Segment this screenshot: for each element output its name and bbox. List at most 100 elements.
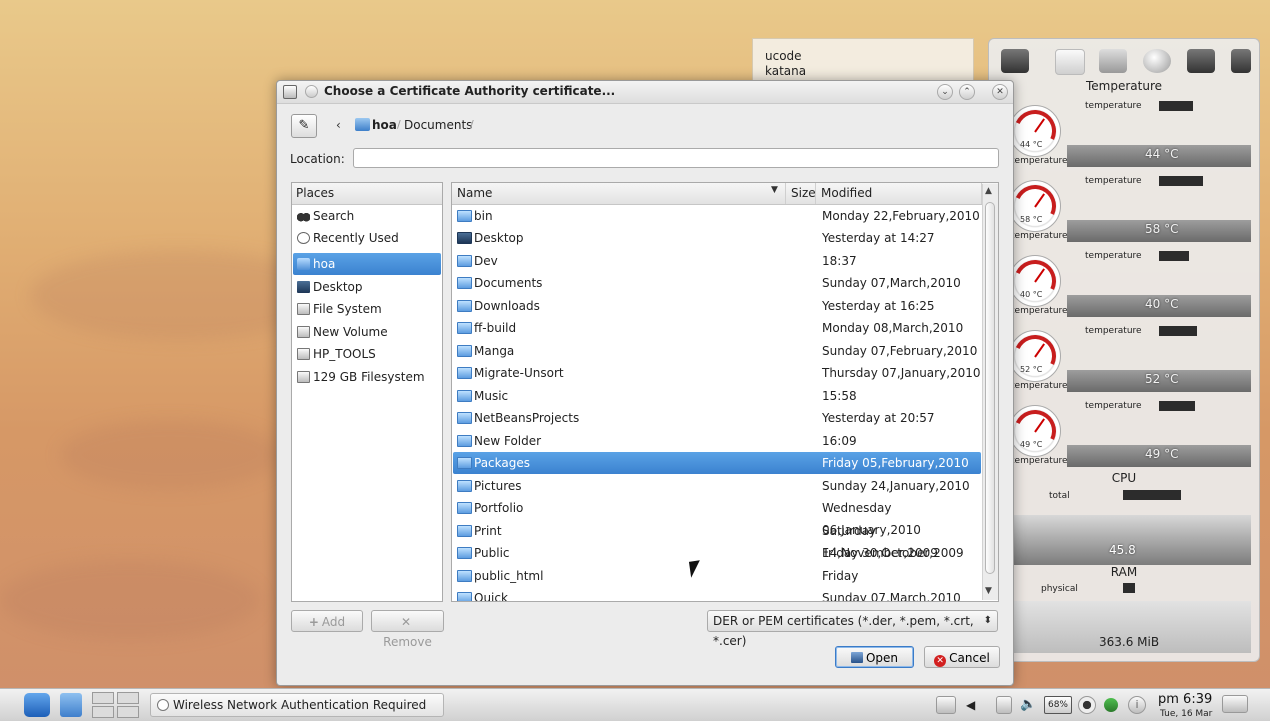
breadcrumb-separator: /	[397, 118, 401, 131]
maximize-button[interactable]: ⌃	[959, 84, 975, 100]
file-row[interactable]: Documents Sunday 07,March,2010	[453, 272, 981, 294]
file-row[interactable]: Print Saturday 14,November,2009	[453, 520, 981, 560]
show-desktop-icon[interactable]	[1222, 695, 1248, 713]
cancel-button[interactable]: ✕ Cancel	[924, 646, 1000, 668]
close-button[interactable]: ✕	[992, 84, 1008, 100]
hardware-icon[interactable]	[1001, 49, 1029, 73]
file-row[interactable]: Quick Sunday 07,March,2010	[453, 587, 981, 601]
tray-arrow-icon[interactable]: ◀	[966, 696, 978, 714]
stop-icon[interactable]	[1078, 696, 1096, 714]
sort-descending-icon: ▼	[771, 185, 778, 195]
file-list-header: Name ▼ Size Modified	[452, 183, 998, 205]
column-name[interactable]: Name	[452, 183, 786, 204]
file-row[interactable]: Public Friday 30,October,2009	[453, 542, 981, 564]
favorites-icon[interactable]	[60, 693, 82, 717]
sensor-bar	[1159, 101, 1193, 111]
file-row[interactable]: bin Monday 22,February,2010	[453, 205, 981, 227]
temperature-title: Temperature	[1085, 79, 1162, 93]
binoculars-icon	[297, 210, 310, 222]
clipboard-icon[interactable]	[936, 696, 956, 714]
remove-place-button[interactable]: ✕Remove	[371, 610, 444, 649]
temperature-gauge: 49 °C	[1008, 404, 1062, 458]
memory-icon[interactable]	[1187, 49, 1215, 73]
window-menu-icon[interactable]	[283, 85, 297, 99]
drive-icon	[297, 371, 310, 383]
breadcrumb-back-arrow[interactable]: ‹	[336, 118, 341, 132]
task-wireless-auth[interactable]: Wireless Network Authentication Required	[150, 693, 444, 717]
folder-icon	[457, 435, 472, 447]
gauge-sub-label: temperature	[1011, 231, 1068, 241]
file-row[interactable]: Downloads Yesterday at 16:25	[453, 295, 981, 317]
file-row[interactable]: New Folder 16:09	[453, 430, 981, 452]
file-row[interactable]: Manga Sunday 07,February,2010	[453, 340, 981, 362]
temperature-gauge: 44 °C	[1008, 104, 1062, 158]
sensor-label: temperature	[1085, 176, 1142, 186]
certificate-file-dialog: Choose a Certificate Authority certifica…	[276, 80, 1014, 686]
place-search[interactable]: Search	[293, 205, 441, 227]
gauge-sub-label: temperature	[1011, 456, 1068, 466]
sticky-note-line: ucode	[765, 49, 802, 63]
column-size[interactable]: Size	[786, 183, 816, 204]
cpu-value: 45.8	[1109, 543, 1136, 557]
chip-icon[interactable]	[1231, 49, 1251, 73]
file-list-scrollbar[interactable]: ▲ ▼	[982, 184, 998, 600]
temperature-gauge: 40 °C	[1008, 254, 1062, 308]
file-row[interactable]: ff-build Monday 08,March,2010	[453, 317, 981, 339]
breadcrumb-item-hoa[interactable]: hoa	[372, 118, 397, 132]
scroll-down-arrow-icon[interactable]: ▼	[985, 586, 992, 596]
folder-icon	[457, 367, 472, 379]
sensor-label: temperature	[1085, 326, 1142, 336]
info-icon[interactable]: i	[1128, 696, 1146, 714]
place-file-system[interactable]: File System	[293, 298, 441, 320]
ram-plot: 363.6 MiB	[1013, 601, 1251, 653]
disk-icon[interactable]	[1055, 49, 1085, 75]
file-row[interactable]: Portfolio Wednesday 06,January,2010	[453, 497, 981, 537]
clock-date[interactable]: Tue, 16 Mar	[1160, 709, 1212, 719]
application-launcher-icon[interactable]	[24, 693, 50, 717]
battery-indicator[interactable]: 68%	[1044, 696, 1072, 714]
taskbar: Wireless Network Authentication Required…	[0, 688, 1270, 721]
file-row[interactable]: Music 15:58	[453, 385, 981, 407]
place-hoa[interactable]: hoa	[293, 253, 441, 275]
temperature-gauge: 58 °C	[1008, 179, 1062, 233]
volume-icon[interactable]: 🔈	[1020, 696, 1036, 714]
dialog-titlebar[interactable]: Choose a Certificate Authority certifica…	[277, 81, 1013, 104]
pencil-icon: ✎	[298, 118, 310, 133]
folder-icon	[457, 277, 472, 289]
file-row[interactable]: Migrate-Unsort Thursday 07,January,2010	[453, 362, 981, 384]
notes-icon[interactable]	[996, 696, 1012, 714]
column-modified[interactable]: Modified	[816, 183, 982, 204]
toggle-location-edit-button[interactable]: ✎	[291, 114, 317, 138]
network-status-icon[interactable]	[1104, 698, 1118, 712]
pin-icon[interactable]	[305, 85, 318, 98]
place-129gb-filesystem[interactable]: 129 GB Filesystem	[293, 366, 441, 388]
place-desktop[interactable]: Desktop	[293, 276, 441, 298]
desktop-pager[interactable]	[92, 691, 140, 719]
file-type-filter-select[interactable]: DER or PEM certificates (*.der, *.pem, *…	[707, 610, 998, 648]
minimize-button[interactable]: ⌄	[937, 84, 953, 100]
cpu-bar	[1123, 490, 1181, 500]
scroll-up-arrow-icon[interactable]: ▲	[985, 186, 992, 196]
file-row[interactable]: public_html Friday	[453, 565, 981, 587]
file-row[interactable]: Desktop Yesterday at 14:27	[453, 227, 981, 249]
gauge-sub-label: temperature	[1011, 156, 1068, 166]
scrollbar-thumb[interactable]	[985, 202, 995, 574]
plot-value: 52 °C	[1145, 372, 1179, 386]
place-new-volume[interactable]: New Volume	[293, 321, 441, 343]
location-input[interactable]	[353, 148, 999, 168]
place-recently-used[interactable]: Recently Used	[293, 227, 441, 249]
place-hp-tools[interactable]: HP_TOOLS	[293, 343, 441, 365]
file-row[interactable]: NetBeansProjects Yesterday at 20:57	[453, 407, 981, 429]
add-place-button[interactable]: + Add	[291, 610, 363, 632]
file-row-selected[interactable]: Packages Friday 05,February,2010	[453, 452, 981, 474]
open-button[interactable]: Open	[835, 646, 914, 668]
file-row[interactable]: Pictures Sunday 24,January,2010	[453, 475, 981, 497]
breadcrumb-item-documents[interactable]: Documents	[404, 118, 472, 132]
sensor-label: temperature	[1085, 101, 1142, 111]
temperature-plot: 49 °C	[1067, 445, 1251, 467]
clock-time[interactable]: pm 6:39	[1158, 692, 1212, 707]
globe-icon[interactable]	[1143, 49, 1171, 73]
network-icon[interactable]	[1099, 49, 1127, 73]
folder-icon	[457, 547, 472, 559]
file-row[interactable]: Dev 18:37	[453, 250, 981, 272]
